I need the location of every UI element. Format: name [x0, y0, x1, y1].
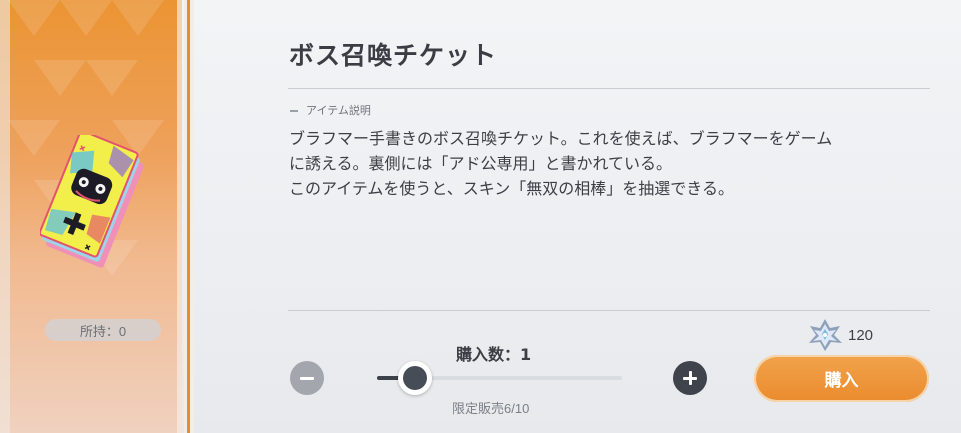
divider-bottom — [288, 310, 930, 311]
price-value: 120 — [848, 326, 874, 344]
owned-count-badge: 所持：0 — [45, 319, 161, 341]
quantity-slider-thumb[interactable] — [398, 361, 432, 395]
shop-item-dialog: 所持：0 ボス召喚チケット アイテム説明 ブラフマー手書きのボス召喚チケット。こ… — [0, 0, 961, 433]
slider-thumb-knob — [403, 366, 427, 390]
increase-quantity-button[interactable] — [673, 361, 707, 395]
crystal-gem-icon — [809, 319, 842, 351]
description-line: ブラフマー手書きのボス召喚チケット。これを使えば、ブラフマーをゲーム — [289, 129, 833, 148]
panel-pattern — [86, 60, 138, 96]
panel-stripe-left — [0, 0, 10, 433]
description-line: このアイテムを使うと、スキン「無双の相棒」を抽選できる。 — [289, 179, 734, 198]
buy-button[interactable]: 購入 — [754, 355, 929, 402]
item-description: ブラフマー手書きのボス召喚チケット。これを使えば、ブラフマーをゲーム に誘える。… — [289, 126, 939, 201]
divider-top — [288, 88, 930, 89]
item-title: ボス召喚チケット — [289, 41, 498, 70]
panel-pattern — [112, 0, 164, 36]
panel-pattern — [8, 0, 60, 36]
minus-icon — [300, 376, 314, 380]
panel-divider-accent — [187, 0, 190, 433]
price-display: 120 — [806, 318, 873, 352]
section-header: アイテム説明 — [290, 102, 371, 118]
purchase-limit-label: 限定販売6/10 — [452, 401, 530, 416]
boss-ticket-image — [40, 135, 144, 268]
description-line: に誘える。裏側には「アド公専用」と書かれている。 — [289, 154, 673, 173]
decrease-quantity-button[interactable] — [290, 361, 324, 395]
quantity-label: 購入数：1 — [456, 345, 532, 364]
plus-icon — [688, 371, 692, 385]
panel-pattern — [60, 0, 112, 36]
panel-stripe-right — [177, 0, 182, 433]
panel-pattern — [34, 60, 86, 96]
section-label-text: アイテム説明 — [306, 105, 371, 117]
dash-icon — [290, 110, 298, 113]
item-preview-panel: 所持：0 — [0, 0, 182, 433]
